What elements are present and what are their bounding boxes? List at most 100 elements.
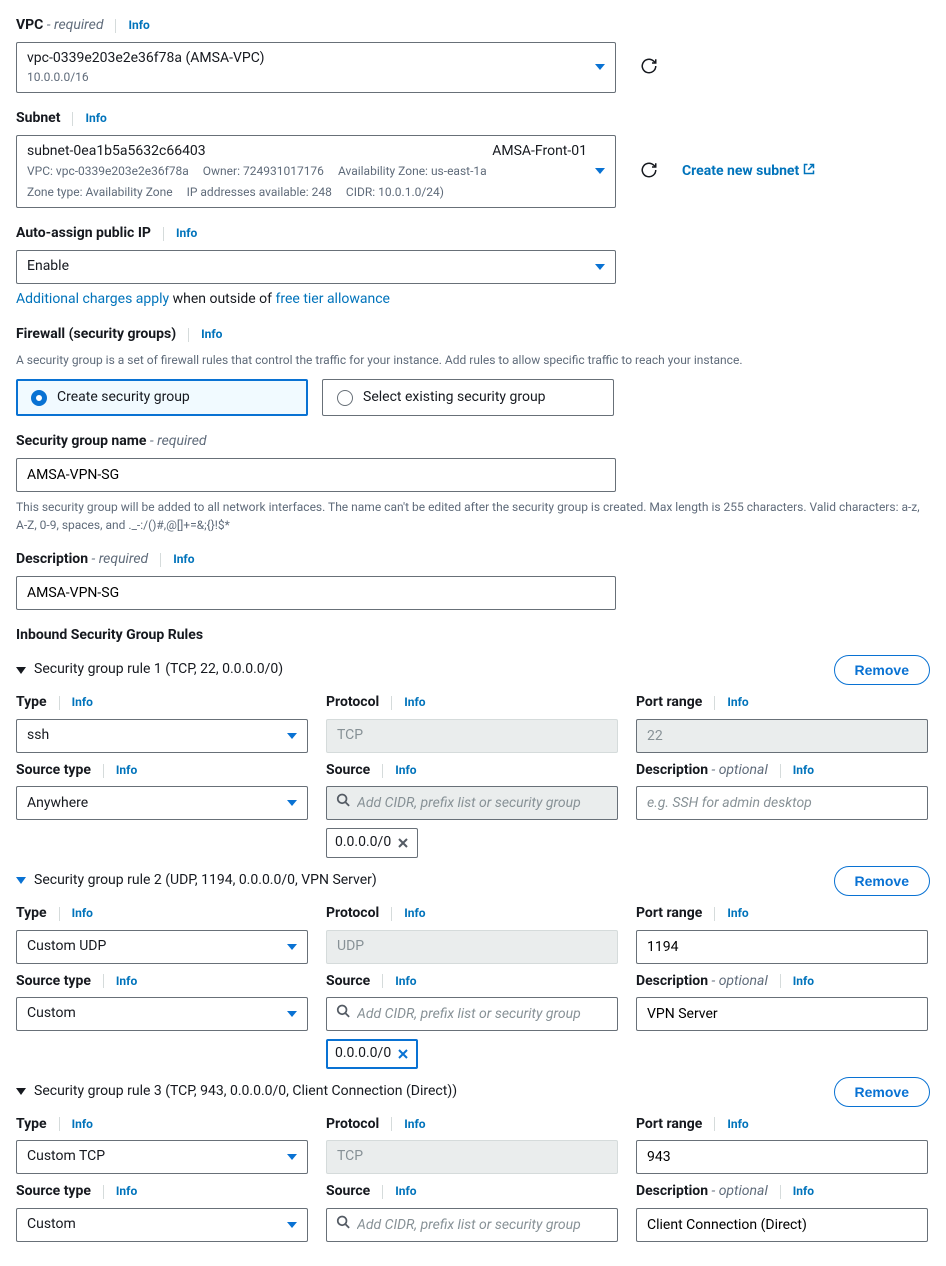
rule-port-input[interactable] [636, 1140, 928, 1174]
rule-type-select[interactable]: ssh [16, 719, 308, 753]
rule-type-value: Custom TCP [27, 1147, 105, 1167]
rule-sourcetype-select[interactable]: Custom [16, 997, 308, 1031]
divider [188, 328, 189, 342]
protocol-info-link[interactable]: Info [404, 1116, 425, 1133]
source-chip[interactable]: 0.0.0.0/0 [326, 828, 418, 858]
rule-block: Security group rule 1 (TCP, 22, 0.0.0.0/… [16, 655, 930, 858]
vpc-select-cidr: 10.0.0.0/16 [27, 68, 587, 86]
close-icon[interactable] [397, 837, 409, 849]
vpc-refresh-button[interactable] [636, 53, 662, 82]
refresh-icon [640, 57, 658, 78]
create-sg-radio[interactable]: Create security group [16, 379, 308, 417]
rule-protocol-field: UDP [326, 930, 618, 964]
ruledesc-info-link[interactable]: Info [793, 973, 814, 990]
rule-type-value: ssh [27, 726, 49, 746]
create-sg-label: Create security group [57, 388, 190, 408]
rule-type-select[interactable]: Custom UDP [16, 930, 308, 964]
sourcetype-label: Source type [16, 761, 91, 781]
portrange-info-link[interactable]: Info [727, 905, 748, 922]
sourcetype-info-link[interactable]: Info [116, 762, 137, 779]
ruledesc-label: Description - optional [636, 1182, 768, 1202]
protocol-label: Protocol [326, 904, 379, 924]
source-info-link[interactable]: Info [395, 1183, 416, 1200]
portrange-info-link[interactable]: Info [727, 694, 748, 711]
ruledesc-label: Description - optional [636, 761, 768, 781]
portrange-info-link[interactable]: Info [727, 1116, 748, 1133]
vpc-info-link[interactable]: Info [128, 17, 149, 34]
autoip-value: Enable [27, 257, 69, 277]
divider [115, 19, 116, 33]
source-label: Source [326, 972, 370, 992]
firewall-desc: A security group is a set of firewall ru… [16, 351, 930, 369]
autoip-select[interactable]: Enable [16, 250, 616, 284]
portrange-label: Port range [636, 693, 702, 713]
rule-type-select[interactable]: Custom TCP [16, 1140, 308, 1174]
remove-rule-button[interactable]: Remove [834, 655, 930, 685]
caret-down-icon [287, 733, 297, 739]
source-info-link[interactable]: Info [395, 762, 416, 779]
remove-rule-button[interactable]: Remove [834, 866, 930, 896]
source-chip[interactable]: 0.0.0.0/0 [326, 1039, 418, 1069]
rule-desc-input[interactable] [636, 1208, 928, 1242]
source-label: Source [326, 761, 370, 781]
caret-down-icon [287, 1222, 297, 1228]
sgdesc-label: Description - required [16, 550, 148, 570]
subnet-info-link[interactable]: Info [85, 110, 106, 127]
create-subnet-link[interactable]: Create new subnet [682, 162, 815, 182]
vpc-select[interactable]: vpc-0339e203e2e36f78a (AMSA-VPC) 10.0.0.… [16, 42, 616, 94]
caret-down-icon [595, 64, 605, 70]
close-icon[interactable] [397, 1048, 409, 1060]
divider [160, 553, 161, 567]
type-info-link[interactable]: Info [72, 1116, 93, 1133]
sourcetype-info-link[interactable]: Info [116, 1183, 137, 1200]
caret-down-icon [287, 1154, 297, 1160]
subnet-meta: VPC: vpc-0339e203e2e36f78a Owner: 724931… [27, 163, 587, 201]
sgdesc-info-link[interactable]: Info [173, 551, 194, 568]
rule-sourcetype-select[interactable]: Anywhere [16, 786, 308, 820]
subnet-refresh-button[interactable] [636, 157, 662, 186]
radio-selected-icon [31, 390, 47, 406]
collapse-icon[interactable] [16, 877, 26, 884]
type-label: Type [16, 693, 47, 713]
rule-desc-input[interactable] [636, 786, 928, 820]
caret-down-icon [595, 264, 605, 270]
firewall-info-link[interactable]: Info [201, 326, 222, 343]
subnet-select[interactable]: subnet-0ea1b5a5632c66403 AMSA-Front-01 V… [16, 135, 616, 208]
existing-sg-radio[interactable]: Select existing security group [322, 379, 614, 417]
source-info-link[interactable]: Info [395, 973, 416, 990]
autoip-label: Auto-assign public IP [16, 224, 151, 244]
rule-source-input[interactable] [326, 997, 618, 1031]
charges-link-1[interactable]: Additional charges apply [16, 291, 169, 307]
refresh-icon [640, 161, 658, 182]
rule-source-input[interactable] [326, 1208, 618, 1242]
rule-sourcetype-select[interactable]: Custom [16, 1208, 308, 1242]
autoip-info-link[interactable]: Info [176, 225, 197, 242]
ruledesc-info-link[interactable]: Info [793, 762, 814, 779]
caret-down-icon [287, 944, 297, 950]
collapse-icon[interactable] [16, 667, 26, 674]
search-icon [336, 1004, 350, 1025]
collapse-icon[interactable] [16, 1088, 26, 1095]
sgdesc-input[interactable] [16, 576, 616, 610]
rule-sourcetype-value: Anywhere [27, 794, 88, 814]
rule-summary: Security group rule 1 (TCP, 22, 0.0.0.0/… [34, 660, 283, 680]
protocol-label: Protocol [326, 693, 379, 713]
sourcetype-label: Source type [16, 1182, 91, 1202]
type-info-link[interactable]: Info [72, 694, 93, 711]
type-label: Type [16, 904, 47, 924]
sgname-input[interactable] [16, 458, 616, 492]
ruledesc-info-link[interactable]: Info [793, 1183, 814, 1200]
rule-desc-input[interactable] [636, 997, 928, 1031]
sourcetype-info-link[interactable]: Info [116, 973, 137, 990]
charges-link-2[interactable]: free tier allowance [276, 291, 390, 307]
protocol-info-link[interactable]: Info [404, 694, 425, 711]
caret-down-icon [287, 800, 297, 806]
inbound-title: Inbound Security Group Rules [16, 626, 930, 646]
type-info-link[interactable]: Info [72, 905, 93, 922]
rule-port-input[interactable] [636, 930, 928, 964]
subnet-label: Subnet [16, 109, 60, 129]
rule-protocol-field: TCP [326, 719, 618, 753]
sgname-label: Security group name - required [16, 432, 207, 452]
protocol-info-link[interactable]: Info [404, 905, 425, 922]
remove-rule-button[interactable]: Remove [834, 1077, 930, 1107]
